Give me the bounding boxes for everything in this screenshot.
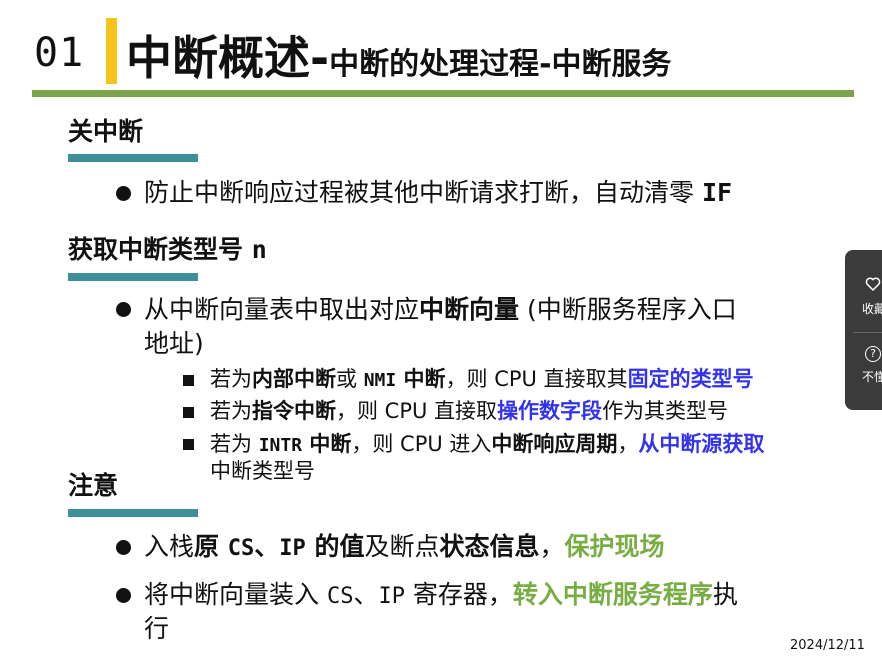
text-bold: 内部中断: [252, 367, 336, 391]
text-run: 从中断向量表中取出对应: [144, 295, 420, 324]
bullet-dot: [116, 588, 131, 603]
text-code: IP: [279, 536, 306, 561]
text-run: (中断服务程序入口: [519, 295, 737, 324]
text-run: 若为: [210, 367, 252, 391]
sub-bullet-square: [183, 407, 194, 418]
text-blue: 操作数字段: [497, 399, 603, 423]
bullet-dot: [116, 302, 131, 317]
text-run: ，: [617, 432, 639, 456]
text-blue: 从中断源获取: [638, 432, 765, 456]
text-run: 或: [336, 367, 364, 391]
text-run: ，则 CPU 直接取其: [445, 367, 628, 391]
sub-bullet-text-continued: 中断类型号: [210, 459, 315, 483]
text-bold: 中断: [396, 367, 446, 391]
text-bold: 中断响应周期: [491, 432, 618, 456]
text-code: INTR: [258, 435, 303, 456]
section-underline: [68, 273, 198, 281]
dont-understand-label: 不懂: [862, 370, 882, 384]
bullet-code-if: IF: [701, 178, 733, 207]
bullet-text-continued: 行: [144, 614, 170, 643]
dont-understand-button[interactable]: ? 不懂: [845, 334, 882, 410]
text-green: 保护现场: [564, 532, 665, 561]
section-heading-close-interrupt: 关中断: [68, 117, 144, 146]
slide-date: 2024/12/11: [790, 638, 865, 653]
sub-bullet-text: 若为内部中断或 NMI 中断，则 CPU 直接取其固定的类型号: [210, 366, 754, 394]
bullet-text-main: 防止中断响应过程被其他中断请求打断，自动清零: [144, 178, 702, 207]
text-run: 作为其类型号: [602, 399, 729, 423]
sub-bullet-square: [183, 439, 194, 450]
slide-title: 中断概述-中断的处理过程-中断服务: [126, 22, 672, 88]
text-code: CS: [227, 536, 255, 561]
text-run: 入栈: [144, 532, 195, 561]
text-blue: 固定的类型号: [627, 367, 754, 391]
text-bold: 指令中断: [252, 399, 336, 423]
heart-icon: [865, 277, 881, 292]
section-heading-text: 获取中断类型号: [68, 235, 252, 264]
text-run: 执: [712, 580, 738, 609]
text-bold: 原: [194, 532, 228, 561]
slide-number: 01: [34, 30, 85, 76]
text-run: 寄存器，: [404, 580, 513, 609]
title-dash: -: [310, 31, 330, 85]
section-heading-note: 注意: [68, 471, 119, 500]
bullet-dot: [116, 186, 131, 201]
text-run: 及断点: [364, 532, 440, 561]
favorite-label: 收藏: [862, 302, 882, 316]
text-run: ，: [539, 532, 565, 561]
title-dash2: -: [539, 47, 552, 82]
divider: [853, 332, 882, 333]
text-bold: 状态信息: [439, 532, 540, 561]
text-run: 、: [353, 580, 379, 609]
section-heading-get-type: 获取中断类型号 n: [68, 230, 267, 266]
title-part2: 中断服务: [551, 47, 672, 82]
bullet-dot: [116, 540, 131, 555]
bullet-text-continued: 地址): [144, 329, 204, 358]
favorite-button[interactable]: 收藏: [845, 250, 882, 330]
text-bold: 、: [254, 532, 280, 561]
title-main: 中断概述: [126, 31, 310, 85]
side-panel: 收藏 ? 不懂: [845, 250, 882, 410]
text-code: NMI: [363, 370, 397, 391]
text-bold: 中断: [302, 432, 352, 456]
text-bold: 中断向量: [419, 295, 520, 324]
text-green: 转入中断服务程序: [512, 580, 713, 609]
bullet-text: 从中断向量表中取出对应中断向量 (中断服务程序入口: [144, 293, 737, 327]
section-underline: [68, 154, 198, 162]
text-run: 若为: [210, 399, 252, 423]
question-icon: ?: [865, 346, 881, 362]
bullet-text: 将中断向量装入 CS、IP 寄存器，转入中断服务程序执: [144, 578, 738, 614]
bullet-text: 入栈原 CS、IP 的值及断点状态信息，保护现场: [144, 530, 665, 566]
sub-bullet-text: 若为指令中断，则 CPU 直接取操作数字段作为其类型号: [210, 398, 728, 425]
section-heading-code: n: [251, 235, 267, 264]
title-part1: 中断的处理过程: [329, 47, 540, 82]
accent-bar: [106, 18, 117, 84]
text-code: CS: [326, 584, 354, 609]
title-underline: [32, 90, 854, 97]
text-run: ，则 CPU 直接取: [336, 399, 498, 423]
section-underline: [68, 509, 198, 517]
sub-bullet-square: [183, 375, 194, 386]
text-code: IP: [378, 584, 405, 609]
sub-bullet-text: 若为 INTR 中断，则 CPU 进入中断响应周期，从中断源获取: [210, 431, 764, 459]
bullet-text: 防止中断响应过程被其他中断请求打断，自动清零 IF: [144, 176, 732, 210]
text-run: 将中断向量装入: [144, 580, 327, 609]
text-run: 若为: [210, 432, 259, 456]
text-bold: 的值: [305, 532, 365, 561]
text-run: ，则 CPU 进入: [351, 432, 492, 456]
